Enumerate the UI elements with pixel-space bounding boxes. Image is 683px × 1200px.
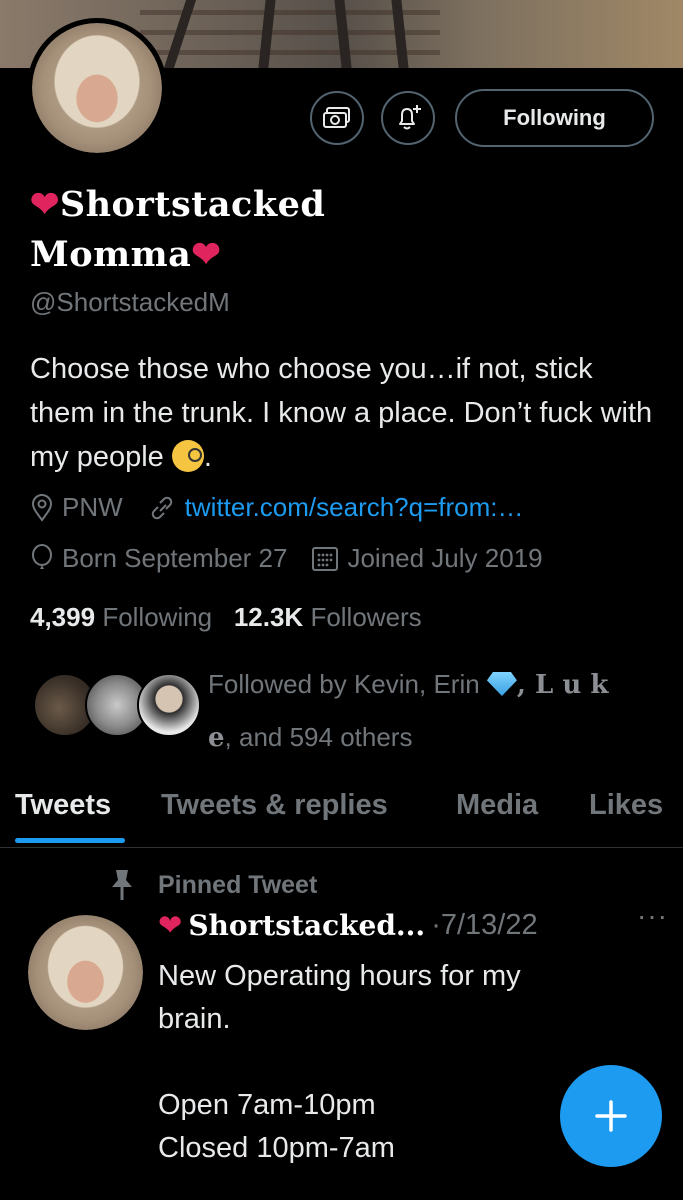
money-icon [323,107,350,128]
tweet-actions-bar-partial [0,1182,683,1200]
follow-counts: 4,399 Following 12.3K Followers [30,602,422,633]
tweet-author-avatar[interactable] [28,915,143,1030]
avatar-image [32,23,162,153]
active-tab-indicator [15,838,125,843]
tab-media[interactable]: Media [456,789,538,822]
following-button-label: Following [503,105,606,130]
diamond-emoji [486,672,517,696]
tweet-header: ❤ Shortstacked... · 7/13/22 ··· [158,900,668,942]
website-link[interactable]: twitter.com/search?q=from:… [185,492,524,523]
profile-meta-row-2: Born September 27 Joined July 2019 [30,543,567,574]
following-button[interactable]: Following [455,89,654,147]
tweet-date[interactable]: 7/13/22 [441,909,538,942]
tweet-author-name[interactable]: Shortstacked... [188,909,425,942]
heart-emoji: ❤ [30,184,60,225]
mutual-followers-avatars[interactable] [33,673,201,739]
followed-by-text[interactable]: Followed by Kevin, Erin , L u k e, and 5… [208,658,658,764]
display-name: ❤Shortstacked Momma❤ [30,184,326,275]
balloon-icon [32,543,52,569]
notify-button[interactable] [381,91,435,145]
heart-emoji: ❤ [158,910,183,942]
birthday: Born September 27 [30,543,287,574]
tab-likes[interactable]: Likes [589,789,663,822]
location-pin-icon [31,493,53,522]
avatar-image [28,915,143,1030]
bell-plus-icon [399,105,421,130]
followers-count-link[interactable]: 12.3K Followers [234,602,422,632]
profile-avatar[interactable] [27,18,167,158]
monocle-face-emoji [171,440,204,472]
joined-date: Joined July 2019 [311,543,543,574]
pin-icon [112,870,132,900]
location: PNW [30,492,123,523]
profile-bio: Choose those who choose you…if not, stic… [30,353,653,473]
link-icon [151,496,172,519]
tweet-more-button[interactable]: ··· [637,900,668,932]
avatar [137,673,201,737]
tips-button[interactable] [310,91,364,145]
profile-meta-row-1: PNW twitter.com/search?q=from:… [30,492,548,523]
tweet-text: New Operating hours for my brain. Open 7… [158,960,521,1164]
plus-icon [595,1100,627,1132]
tab-tweets[interactable]: Tweets [15,789,111,822]
following-count-link[interactable]: 4,399 Following [30,602,212,632]
tab-tweets-replies[interactable]: Tweets & replies [161,789,388,822]
pinned-tweet-label: Pinned Tweet [108,868,317,902]
profile-handle: @ShortstackedM [30,287,230,317]
heart-emoji: ❤ [191,234,222,275]
calendar-icon [312,546,339,571]
compose-tweet-button[interactable] [560,1065,662,1167]
website[interactable]: twitter.com/search?q=from:… [147,492,524,523]
